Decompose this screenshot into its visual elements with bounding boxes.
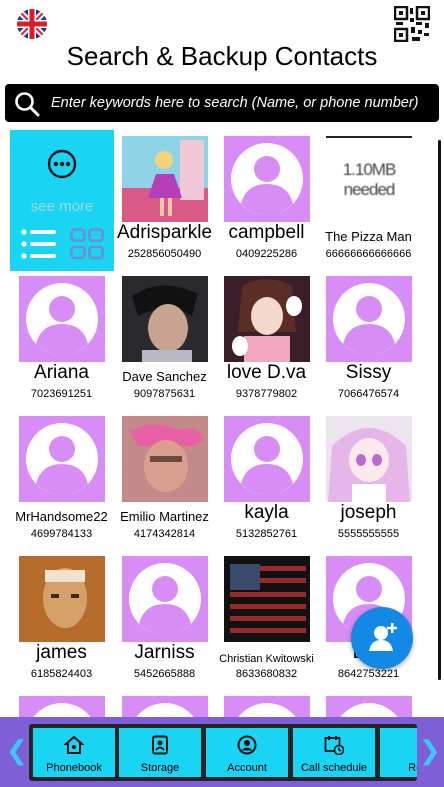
contact-name: Emilio Martinez [120,509,209,524]
contact-name: The Pizza Man [325,229,412,244]
contact-name: love D.va [226,362,307,383]
contact-phone: 252856050490 [127,248,202,260]
contact-card[interactable]: Sissy 7066476574 [317,270,420,407]
contact-name: Jarniss [134,642,195,663]
contact-phone: 6185824403 [30,668,93,680]
contact-photo [224,556,310,642]
search-bar[interactable]: Enter keywords here to search (Name, or … [5,84,439,122]
bottom-nav: ❮ Phonebook Storage Account Call schedul… [0,717,444,787]
list-view-icon[interactable] [21,228,57,260]
contact-card[interactable]: campbell 0409225286 [215,130,318,267]
contact-name: Sissy [345,362,392,383]
contact-card[interactable]: Emilio Martinez 4174342814 [113,410,216,547]
default-avatar-icon [19,416,105,502]
contact-phone: 5132852761 [235,528,298,540]
add-contact-button[interactable] [351,607,413,669]
contact-card[interactable]: Dave Sanchez 9097875631 [113,270,216,407]
contact-card[interactable]: Christian Kwitowski 8633680832 [215,550,318,687]
contact-card[interactable]: 1.10MB needed The Pizza Man 666666666666… [317,130,420,267]
contact-card[interactable]: kayla 5132852761 [215,410,318,547]
contact-name: Ariana [34,362,89,383]
calendar-clock-icon [324,735,345,756]
see-more-tile[interactable]: see more [10,130,114,271]
contact-name: Dave Sanchez [122,369,207,384]
default-avatar-icon [224,136,310,222]
contact-card[interactable]: Ariana 7023691251 [10,270,113,407]
add-contact-icon [366,621,400,655]
contact-photo [19,556,105,642]
tab-label: Account [227,762,267,774]
contact-phone: 8633680832 [235,668,298,680]
default-avatar-icon [19,276,105,362]
contact-phone: 4699784133 [30,528,93,540]
contact-phone: 0409225286 [235,248,298,260]
default-avatar-icon [224,696,310,717]
contact-name: campbell [228,222,305,243]
scroll-right-arrow-icon[interactable]: ❯ [419,735,441,766]
contact-card[interactable]: MrHandsome22 4699784133 [10,410,113,547]
uk-flag-icon[interactable] [17,9,47,39]
default-avatar-icon [224,416,310,502]
contact-photo [224,276,310,362]
scrollbar[interactable] [438,140,441,680]
contact-phone: 66666666666666 [325,248,412,260]
contact-name: kayla [244,502,289,523]
search-icon [14,91,40,117]
contact-card[interactable]: joseph 5555555555 [317,410,420,547]
contact-card[interactable]: love D.va 9378779802 [215,270,318,407]
contact-phone: 4174342814 [133,528,196,540]
bottom-nav-tabs: Phonebook Storage Account Call schedule … [29,724,417,781]
default-avatar-icon [122,696,208,717]
contact-phone: 8642753221 [337,668,400,680]
contact-photo [122,416,208,502]
contact-card[interactable]: Adrisparkle 252856050490 [113,130,216,267]
contact-photo [122,136,208,222]
top-bar [0,0,444,44]
contact-name: MrHandsome22 [15,509,108,524]
tab-call-schedule[interactable]: Call schedule [293,728,375,777]
tab-label: Remi [408,762,417,774]
contact-phone: 9378779802 [235,388,298,400]
tab-label: Phonebook [46,762,102,774]
tab-storage[interactable]: Storage [119,728,201,777]
qr-code-icon[interactable] [393,5,431,43]
tab-phonebook[interactable]: Phonebook [33,728,115,777]
reminder-icon [411,735,417,755]
search-input[interactable]: Enter keywords here to search (Name, or … [51,84,419,122]
more-options-icon [47,149,77,179]
contact-name: james [36,642,87,663]
grid-view-icon[interactable] [70,228,104,260]
contact-photo [326,416,412,502]
contact-phone: 9097875631 [133,388,196,400]
home-icon [63,735,85,755]
contact-phone: 5555555555 [337,528,400,540]
contact-card[interactable]: Jarniss 5452665888 [113,550,216,687]
default-avatar-icon [326,276,412,362]
contact-photo [122,276,208,362]
account-icon [237,735,257,755]
photo-text: 1.10MB needed [342,160,397,199]
contact-phone: 7023691251 [30,388,93,400]
contact-phone: 7066476574 [337,388,400,400]
storage-icon [150,735,170,755]
tab-account[interactable]: Account [206,728,288,777]
contact-photo: 1.10MB needed [326,136,412,224]
default-avatar-icon [326,696,412,717]
see-more-label: see more [30,198,94,215]
tab-label: Call schedule [300,762,368,774]
tab-label: Storage [140,762,180,774]
default-avatar-icon [122,556,208,642]
contact-name: Adrisparkle [116,222,213,243]
contact-name: joseph [340,502,397,523]
page-title: Search & Backup Contacts [66,41,378,71]
contact-phone: 5452665888 [133,668,196,680]
default-avatar-icon [19,696,105,717]
scroll-left-arrow-icon[interactable]: ❮ [6,735,28,766]
contact-card[interactable]: james 6185824403 [10,550,113,687]
tab-reminder[interactable]: Remi [380,728,417,777]
